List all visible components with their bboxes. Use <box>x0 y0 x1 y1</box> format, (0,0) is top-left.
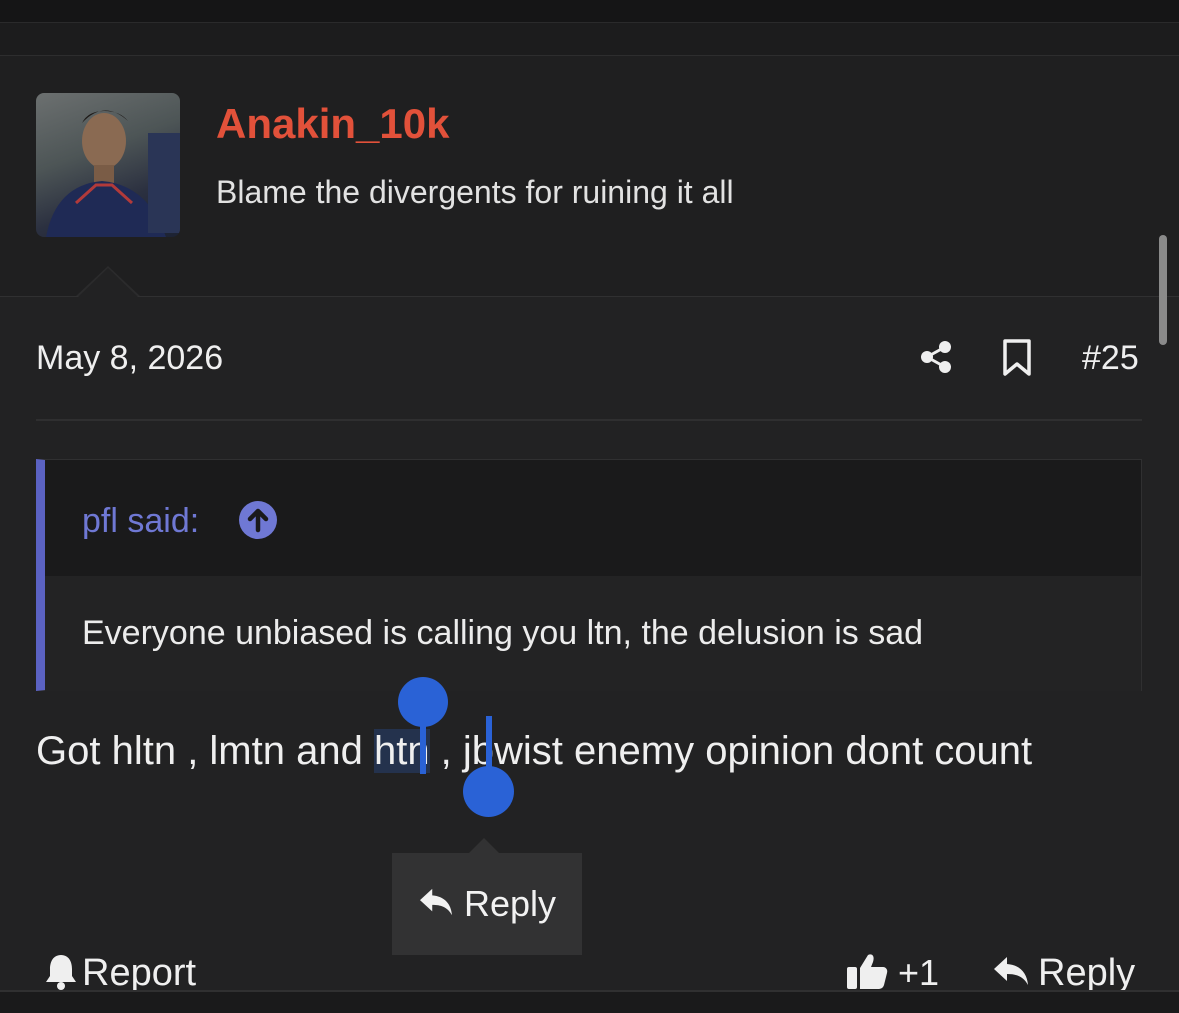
quote-text: Everyone unbiased is calling you ltn, th… <box>82 614 924 652</box>
user-block: Anakin_10k Blame the divergents for ruin… <box>0 56 1179 297</box>
top-band <box>0 0 1179 23</box>
bookmark-icon[interactable] <box>1002 339 1032 377</box>
avatar[interactable] <box>36 93 180 237</box>
reply-arrow-icon <box>992 954 1030 993</box>
quote-header: pfl said: <box>45 460 1141 576</box>
next-post-top <box>0 992 1179 1013</box>
post-number-link[interactable]: #25 <box>1082 339 1139 378</box>
username[interactable]: Anakin_10k <box>216 100 449 148</box>
selection-start-cursor <box>420 716 426 774</box>
scrollbar[interactable] <box>1159 235 1167 345</box>
forum-post: Anakin_10k Blame the divergents for ruin… <box>0 56 1179 994</box>
quote-block: pfl said: Everyone unbiased is calling y… <box>36 459 1142 691</box>
selection-reply-popup[interactable]: Reply <box>392 853 582 955</box>
bell-icon <box>44 952 78 995</box>
like-count: +1 <box>898 952 940 993</box>
share-icon[interactable] <box>918 339 954 375</box>
quote-author-link[interactable]: pfl said: <box>82 502 199 541</box>
report-label: Report <box>82 951 197 994</box>
message-text: Got hltn , lmtn and htn , jbwist enemy o… <box>36 720 1136 782</box>
avatar-image <box>46 110 180 237</box>
selection-end-handle[interactable] <box>463 766 514 817</box>
popup-reply-label: Reply <box>463 883 557 924</box>
reply-arrow-icon <box>418 886 454 923</box>
user-title: Blame the divergents for ruining it all <box>216 174 734 210</box>
arrow-up-circle-icon[interactable] <box>238 500 278 540</box>
message-after: , jbwist enemy opinion dont count <box>429 729 1033 773</box>
quote-body: Everyone unbiased is calling you ltn, th… <box>45 576 1141 691</box>
thumbs-up-icon <box>846 951 888 996</box>
popup-arrow <box>468 838 500 854</box>
message-before: Got hltn , lmtn and <box>36 729 374 773</box>
previous-post-bottom <box>0 23 1179 56</box>
reply-label: Reply <box>1038 951 1136 994</box>
divider <box>36 419 1142 421</box>
post-date[interactable]: May 8, 2026 <box>36 339 223 378</box>
